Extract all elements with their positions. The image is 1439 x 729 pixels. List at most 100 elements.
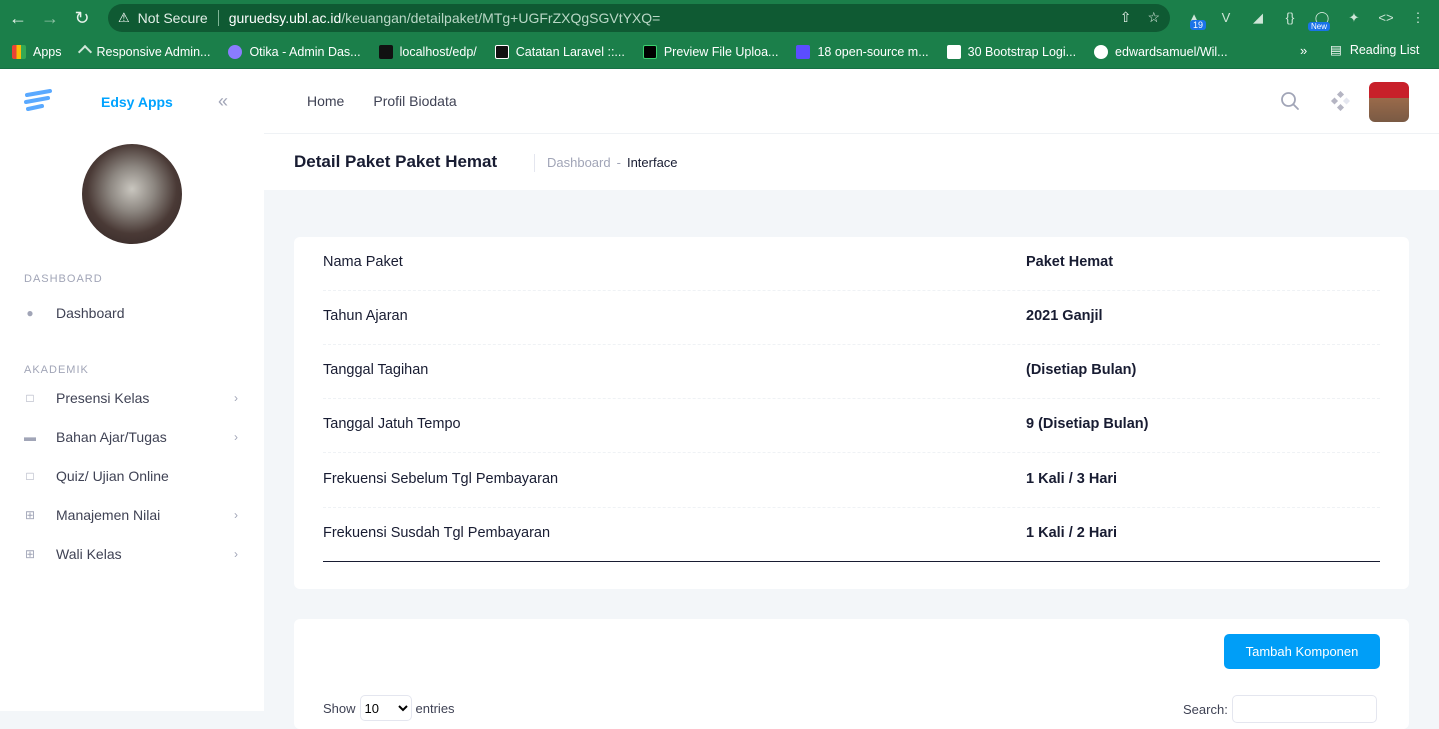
detail-row: Frekuensi Susdah Tgl Pembayaran 1 Kali /… <box>323 508 1380 562</box>
apps-diamond-icon[interactable] <box>1330 91 1350 111</box>
upload-icon <box>642 45 657 59</box>
security-label: Not Secure <box>137 10 208 26</box>
top-header: Home Profil Biodata <box>264 69 1439 134</box>
show-label: Show <box>323 700 356 716</box>
sidebar-item-bahan-ajar[interactable]: ▬ Bahan Ajar/Tugas › <box>24 427 240 447</box>
code-icon[interactable]: <> <box>1377 9 1395 27</box>
detail-value: 1 Kali / 3 Hari <box>1026 471 1118 487</box>
breadcrumb-dashboard[interactable]: Dashboard <box>547 155 611 170</box>
puzzle-icon[interactable]: ✦ <box>1345 9 1363 27</box>
detail-label: Tanggal Tagihan <box>323 362 429 378</box>
table-search-input[interactable] <box>1231 695 1377 723</box>
bookmark-item[interactable]: Catatan Laravel ::... <box>494 45 625 59</box>
sidebar-item-label: Manajemen Nilai <box>56 507 161 523</box>
sidebar-item-label: Quiz/ Ujian Online <box>56 468 169 484</box>
bookmark-item[interactable]: 30 Bootstrap Logi... <box>946 45 1077 59</box>
detail-label: Nama Paket <box>323 254 403 270</box>
nav-home[interactable]: Home <box>307 93 344 109</box>
sidebar-item-dashboard[interactable]: ● Dashboard <box>24 303 240 323</box>
inbox-icon: ▬ <box>24 430 36 444</box>
bolt-icon <box>796 45 811 59</box>
bookmark-item[interactable]: 18 open-source m... <box>796 45 929 59</box>
detail-value: Paket Hemat <box>1026 254 1114 270</box>
reading-list-label: Reading List <box>1349 42 1420 57</box>
detail-value: 1 Kali / 2 Hari <box>1026 525 1118 541</box>
share-icon[interactable]: ⇧ <box>1120 9 1132 26</box>
bookmark-item[interactable]: Apps <box>12 45 62 59</box>
bookmark-label: localhost/edp/ <box>399 45 477 59</box>
page-title: Detail Paket Paket Hemat <box>294 152 498 171</box>
komponen-card: Tambah Komponen Show 10 entries Search: <box>294 619 1409 729</box>
menu-kebab-icon[interactable]: ⋮ <box>1409 9 1427 27</box>
sidebar-item-quiz[interactable]: □ Quiz/ Ujian Online <box>24 466 240 486</box>
vue-devtools-icon[interactable]: V <box>1217 9 1235 27</box>
chevron-up-icon <box>77 44 92 60</box>
user-avatar[interactable] <box>1369 82 1409 122</box>
chevron-right-icon: › <box>234 508 238 522</box>
search-label: Search: <box>1183 701 1228 717</box>
url-path: /keuangan/detailpaket/MTg+UGFrZXQgSGVtYX… <box>341 10 661 26</box>
bookmark-label: Catatan Laravel ::... <box>515 45 625 59</box>
bookmark-icon: □ <box>26 391 34 405</box>
entries-control: Show 10 entries <box>323 695 455 721</box>
medium-icon <box>494 45 509 59</box>
divider <box>534 154 535 172</box>
detail-value: 9 (Disetiap Bulan) <box>1026 416 1149 432</box>
chevron-right-icon: › <box>234 430 238 444</box>
bookmark-item[interactable]: Preview File Uploa... <box>642 45 779 59</box>
bookmark-label: 30 Bootstrap Logi... <box>967 45 1077 59</box>
detail-card: Nama Paket Paket Hemat Tahun Ajaran 2021… <box>294 237 1409 589</box>
bookmarks-bar: Apps Responsive Admin... Otika - Admin D… <box>0 36 1439 69</box>
brand-name: Edsy Apps <box>101 94 173 110</box>
chevron-right-icon: › <box>234 547 238 561</box>
bookmark-label: Preview File Uploa... <box>663 45 779 59</box>
nav-profil-biodata[interactable]: Profil Biodata <box>373 93 456 109</box>
otika-icon <box>228 45 243 59</box>
brand[interactable]: Edsy Apps <box>24 89 173 113</box>
divider <box>323 561 1380 562</box>
bookmarks-more-icon[interactable]: » <box>1300 43 1307 58</box>
reading-list-button[interactable]: ▤ Reading List <box>1330 42 1420 58</box>
page-toolbar: Detail Paket Paket Hemat Dashboard - Int… <box>264 134 1439 190</box>
entries-select[interactable]: 10 <box>359 695 412 721</box>
breadcrumb-separator: - <box>616 155 621 170</box>
collapse-sidebar-icon[interactable]: « <box>218 91 228 112</box>
flame-icon: ● <box>26 306 34 320</box>
bookmark-item[interactable]: edwardsamuel/Wil... <box>1094 45 1228 59</box>
detail-row: Tanggal Tagihan (Disetiap Bulan) <box>323 345 1380 399</box>
plus-square-outline-icon: ⊞ <box>24 547 36 561</box>
section-label: DASHBOARD <box>24 273 103 285</box>
extension-icon[interactable]: ◢ <box>1249 9 1267 27</box>
search-icon[interactable] <box>1280 91 1300 111</box>
brand-logo-icon <box>24 89 52 111</box>
extensions-bar: ▲ V ◢ {} ◯ ✦ <> ⋮ <box>1185 8 1427 28</box>
detail-row: Tanggal Jatuh Tempo 9 (Disetiap Bulan) <box>323 399 1380 453</box>
detail-value: 2021 Ganjil <box>1026 308 1103 324</box>
plus-square-icon: ⊞ <box>24 508 36 522</box>
back-icon[interactable]: ← <box>4 4 32 32</box>
calendar-icon: □ <box>26 469 34 483</box>
breadcrumb-current: Interface <box>626 155 678 170</box>
detail-label: Tanggal Jatuh Tempo <box>323 416 461 432</box>
bookmark-item[interactable]: Responsive Admin... <box>77 44 210 60</box>
warning-icon: ⚠ <box>118 10 130 25</box>
sidebar-item-manajemen-nilai[interactable]: ⊞ Manajemen Nilai › <box>24 505 240 525</box>
add-komponen-button[interactable]: Tambah Komponen <box>1224 634 1380 669</box>
reading-list-icon: ▤ <box>1330 43 1342 57</box>
sidebar: Edsy Apps « DASHBOARD ● Dashboard AKADEM… <box>0 69 264 711</box>
apps-grid-icon <box>12 45 26 59</box>
bookmark-item[interactable]: Otika - Admin Das... <box>228 45 361 59</box>
detail-label: Frekuensi Sebelum Tgl Pembayaran <box>323 471 559 487</box>
sidebar-item-wali-kelas[interactable]: ⊞ Wali Kelas › <box>24 544 240 564</box>
json-viewer-icon[interactable]: {} <box>1281 9 1299 27</box>
divider <box>217 10 219 26</box>
forward-icon[interactable]: → <box>36 4 64 32</box>
sidebar-item-presensi-kelas[interactable]: □ Presensi Kelas › <box>24 388 240 408</box>
reload-icon[interactable]: ↻ <box>68 4 96 32</box>
sidebar-item-label: Dashboard <box>56 305 125 321</box>
star-icon[interactable]: ☆ <box>1147 9 1160 26</box>
address-bar[interactable]: ⚠ Not Secure guruedsy.ubl.ac.id /keuanga… <box>108 4 1170 32</box>
detail-value: (Disetiap Bulan) <box>1026 362 1137 378</box>
home-icon <box>378 45 393 59</box>
bookmark-item[interactable]: localhost/edp/ <box>378 45 477 59</box>
